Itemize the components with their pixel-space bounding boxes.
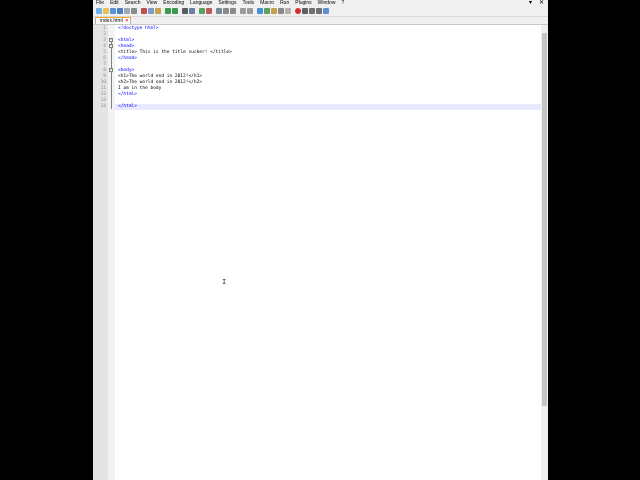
open-icon[interactable] — [103, 8, 109, 14]
menu-search[interactable]: Search — [122, 0, 144, 7]
menu-file[interactable]: File — [93, 0, 107, 7]
print-icon[interactable] — [131, 8, 137, 14]
close-window-icon[interactable]: ✕ — [539, 0, 544, 7]
fold-line — [111, 42, 112, 109]
editor-area[interactable]: − − − 1 2 3 4 5 6 7 8 9 10 11 12 13 14 <… — [93, 25, 543, 480]
fold-toggle-body[interactable]: − — [109, 68, 113, 72]
all-chars-icon[interactable] — [240, 8, 246, 14]
zoom-out-icon[interactable] — [206, 8, 212, 14]
menu-view[interactable]: View — [144, 0, 161, 7]
play-multiple-icon[interactable] — [316, 8, 322, 14]
find-icon[interactable] — [182, 8, 188, 14]
new-file-icon[interactable] — [96, 8, 102, 14]
code-line: </html> — [118, 92, 137, 97]
play-icon[interactable] — [309, 8, 315, 14]
menu-settings[interactable]: Settings — [215, 0, 239, 7]
menu-run[interactable]: Run — [277, 0, 292, 7]
function-list-icon[interactable] — [271, 8, 277, 14]
replace-icon[interactable] — [189, 8, 195, 14]
sync-icon[interactable] — [216, 8, 222, 14]
indent-icon[interactable] — [230, 8, 236, 14]
record-macro-icon[interactable] — [295, 8, 301, 14]
menu-encoding[interactable]: Encoding — [160, 0, 187, 7]
save-all-icon[interactable] — [117, 8, 123, 14]
notepad-plus-plus-window: File Edit Search View Encoding Language … — [93, 0, 548, 480]
fold-all-icon[interactable] — [257, 8, 263, 14]
monitor-icon[interactable] — [285, 8, 291, 14]
cut-icon[interactable] — [141, 8, 147, 14]
menu-plugins[interactable]: Plugins — [292, 0, 314, 7]
menu-edit[interactable]: Edit — [107, 0, 122, 7]
window-controls: ▾ ✕ — [529, 0, 544, 7]
copy-icon[interactable] — [148, 8, 154, 14]
tab-close-icon[interactable]: ✕ — [125, 18, 129, 24]
code-line: </head> — [118, 56, 137, 61]
code-line: </html> — [118, 104, 137, 109]
wrap-icon[interactable] — [223, 8, 229, 14]
folder-workspace-icon[interactable] — [278, 8, 284, 14]
code-line: <!doctype html> — [118, 26, 159, 31]
text-cursor-icon: I — [222, 278, 227, 286]
current-line-highlight — [115, 104, 543, 110]
indent-guide-icon[interactable] — [247, 8, 253, 14]
save-macro-icon[interactable] — [323, 8, 329, 14]
paste-icon[interactable] — [155, 8, 161, 14]
menu-tools[interactable]: Tools — [239, 0, 257, 7]
redo-icon[interactable] — [172, 8, 178, 14]
tab-label: index.html — [100, 17, 123, 24]
zoom-in-icon[interactable] — [199, 8, 205, 14]
toolbar — [93, 7, 548, 17]
menu-language[interactable]: Language — [187, 0, 215, 7]
menu-help[interactable]: ? — [338, 0, 347, 7]
map-icon[interactable] — [264, 8, 270, 14]
fold-toggle-head[interactable]: − — [109, 44, 113, 48]
close-icon[interactable] — [124, 8, 130, 14]
undo-icon[interactable] — [165, 8, 171, 14]
save-icon[interactable] — [110, 8, 116, 14]
line-number: 14 — [100, 104, 106, 109]
stop-icon[interactable] — [302, 8, 308, 14]
tab-bar: index.html ✕ — [93, 17, 548, 25]
menu-bar: File Edit Search View Encoding Language … — [93, 0, 548, 7]
dropdown-icon[interactable]: ▾ — [529, 0, 532, 7]
scrollbar-thumb[interactable] — [542, 33, 547, 406]
tab-index-html[interactable]: index.html ✕ — [95, 17, 131, 24]
menu-macro[interactable]: Macro — [257, 0, 277, 7]
menu-window[interactable]: Window — [315, 0, 339, 7]
